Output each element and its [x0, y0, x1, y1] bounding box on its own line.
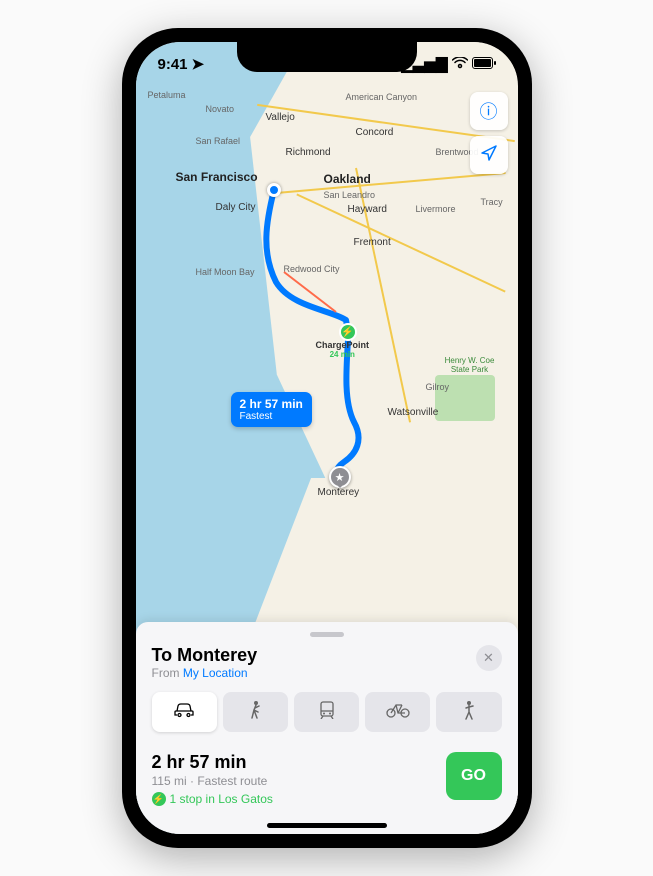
route-duration: 2 hr 57 min [152, 752, 273, 773]
directions-sheet[interactable]: To Monterey From My Location ✕ 2 hr 57 m… [136, 622, 518, 834]
charging-stop-pin[interactable]: ⚡ [339, 323, 357, 341]
close-button[interactable]: ✕ [476, 645, 502, 671]
mode-rideshare[interactable] [436, 692, 501, 732]
location-services-icon: ➤ [192, 55, 205, 73]
walk-icon [248, 700, 262, 725]
route-detail: 115 mi · Fastest route [152, 774, 273, 788]
charging-bolt-icon: ⚡ [152, 792, 166, 806]
route-destination-pin[interactable]: ★ [329, 466, 351, 488]
map-top-controls: ⓘ [470, 92, 508, 174]
route-callout-label: Fastest [240, 411, 303, 422]
mode-cycling[interactable] [365, 692, 430, 732]
mode-driving[interactable] [152, 692, 217, 732]
info-button[interactable]: ⓘ [470, 92, 508, 130]
sheet-grabber[interactable] [310, 632, 344, 637]
car-icon [173, 702, 195, 723]
bike-icon [386, 702, 410, 723]
notch [237, 42, 417, 72]
charging-stop-name: ChargePoint [316, 340, 370, 350]
charging-stop-time: 24 min [316, 350, 370, 359]
mode-transit[interactable] [294, 692, 359, 732]
origin-subtitle[interactable]: From My Location [152, 666, 258, 680]
transit-icon [319, 701, 335, 724]
rideshare-icon [462, 700, 476, 725]
phone-screen: 9:41 ➤ ▁▃▅▇ Peta [136, 42, 518, 834]
route-callout-time: 2 hr 57 min [240, 397, 303, 411]
transport-mode-selector [152, 692, 502, 732]
status-time: 9:41 [158, 56, 188, 73]
go-button[interactable]: GO [446, 752, 502, 800]
route-option-row[interactable]: 2 hr 57 min 115 mi · Fastest route ⚡ 1 s… [152, 752, 502, 806]
destination-title: To Monterey [152, 645, 258, 666]
route-start-pin[interactable] [267, 183, 281, 197]
route-stop-info: ⚡ 1 stop in Los Gatos [152, 792, 273, 806]
mode-walking[interactable] [223, 692, 288, 732]
route-callout[interactable]: 2 hr 57 min Fastest [231, 392, 312, 427]
battery-icon [472, 56, 496, 73]
home-indicator[interactable] [267, 823, 387, 828]
locate-me-button[interactable] [470, 136, 508, 174]
location-arrow-icon [480, 144, 498, 167]
close-icon: ✕ [483, 650, 494, 666]
phone-frame: 9:41 ➤ ▁▃▅▇ Peta [122, 28, 532, 848]
info-icon: ⓘ [480, 98, 498, 124]
wifi-icon [452, 56, 468, 73]
